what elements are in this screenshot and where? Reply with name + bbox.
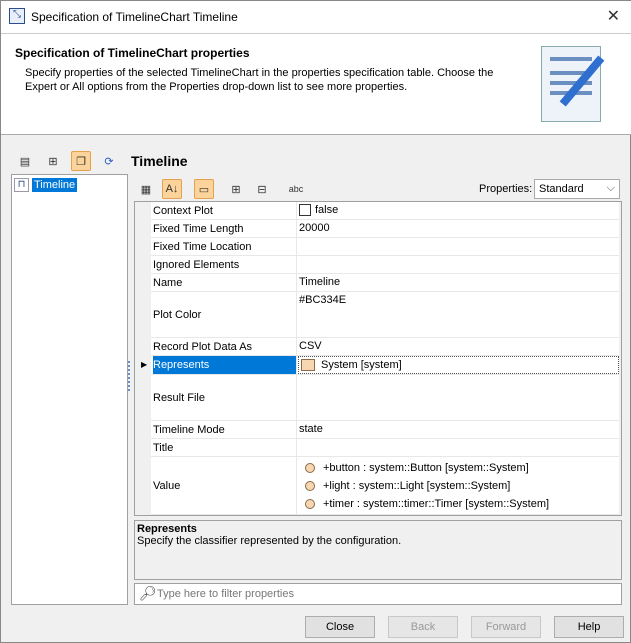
property-name: Context Plot [153, 202, 297, 219]
property-name: Timeline Mode [153, 421, 297, 438]
header-panel: Specification of TimelineChart propertie… [1, 33, 631, 135]
table-toolbar: ▦ A↓ ▭ ⊞ ⊟ abc [136, 179, 306, 199]
close-button[interactable]: Close [305, 616, 375, 638]
categorized-icon[interactable]: ▦ [136, 179, 156, 199]
property-value: System [system] [321, 359, 402, 371]
collapse-all-icon[interactable]: ⊟ [252, 179, 272, 199]
description-title: Represents [137, 523, 197, 535]
table-row[interactable]: Title [151, 439, 619, 457]
tree-view-icon[interactable]: ⊞ [43, 151, 63, 171]
sort-alphabetical-icon[interactable]: A↓ [162, 179, 182, 199]
value-item-label: +button : system::Button [system::System… [323, 462, 529, 474]
copy-view-icon[interactable]: ❐ [71, 151, 91, 171]
description-text: Specify the classifier represented by th… [137, 535, 402, 547]
property-name: Name [153, 274, 297, 291]
header-description: Specify properties of the selected Timel… [25, 67, 494, 93]
table-row[interactable]: Fixed Time Length 20000 [151, 220, 619, 238]
table-row[interactable]: Ignored Elements [151, 256, 619, 274]
property-value[interactable]: state [298, 421, 619, 438]
document-pencil-icon [541, 46, 605, 122]
table-row[interactable]: Record Plot Data As CSV [151, 338, 619, 356]
value-item[interactable]: +timer : system::timer::Timer [system::S… [299, 495, 619, 513]
property-value[interactable]: #BC334E [298, 292, 619, 337]
table-row[interactable]: Context Plot false [151, 202, 619, 220]
properties-dropdown[interactable]: Standard ⌵ [534, 179, 620, 199]
element-tree: ⊓ Timeline [11, 174, 128, 605]
property-name: Title [153, 439, 297, 456]
checkbox[interactable] [299, 204, 311, 217]
property-value[interactable] [298, 375, 619, 420]
table-row[interactable]: Fixed Time Location [151, 238, 619, 256]
splitter-handle[interactable] [128, 361, 130, 391]
panel-title: Timeline [131, 153, 188, 169]
property-name: Value [153, 457, 297, 514]
app-icon: ⤡ [9, 8, 25, 24]
property-name: Ignored Elements [153, 256, 297, 273]
description-panel: Represents Specify the classifier repres… [134, 520, 622, 580]
properties-dropdown-value: Standard [539, 183, 584, 195]
property-name: Plot Color [153, 292, 297, 337]
help-button[interactable]: Help [554, 616, 624, 638]
property-value: false [315, 204, 339, 216]
property-value[interactable] [298, 256, 619, 273]
property-value[interactable]: CSV [298, 338, 619, 355]
chevron-down-icon: ⌵ [606, 182, 615, 194]
property-name: Fixed Time Location [153, 238, 297, 255]
value-item[interactable]: +light : system::Light [system::System] [299, 477, 619, 495]
value-item-label: +light : system::Light [system::System] [323, 480, 511, 492]
back-button[interactable]: Back [388, 616, 458, 638]
filter-placeholder: Type here to filter properties [157, 588, 294, 600]
refresh-icon[interactable]: ⟳ [99, 151, 119, 171]
close-window-icon[interactable]: ✕ [607, 6, 620, 26]
table-row[interactable]: Value +button : system::Button [system::… [151, 457, 619, 515]
title-bar: ⤡ Specification of TimelineChart Timelin… [1, 1, 631, 33]
part-icon [305, 499, 315, 509]
property-name: Represents [153, 356, 297, 374]
description-toggle-icon[interactable]: ▭ [194, 179, 214, 199]
table-row[interactable]: Name Timeline [151, 274, 619, 292]
table-row[interactable]: Result File [151, 375, 619, 421]
property-name: Result File [153, 375, 297, 420]
property-value[interactable] [298, 439, 619, 456]
part-icon [305, 463, 315, 473]
table-row[interactable]: Timeline Mode state [151, 421, 619, 439]
timeline-chart-icon: ⊓ [14, 178, 29, 192]
search-icon: 🔎︎ [139, 585, 157, 601]
properties-table: Context Plot false Fixed Time Length 20000… [134, 201, 622, 516]
filter-input[interactable]: 🔎︎ Type here to filter properties [134, 583, 622, 605]
table-row[interactable]: Plot Color #BC334E [151, 292, 619, 338]
header-title: Specification of TimelineChart propertie… [15, 46, 250, 60]
list-view-icon[interactable]: ▤ [15, 151, 35, 171]
expand-all-icon[interactable]: ⊞ [226, 179, 246, 199]
part-icon [305, 481, 315, 491]
row-pointer-icon: ▶ [141, 360, 148, 369]
properties-label: Properties: [479, 183, 533, 195]
class-icon [301, 359, 315, 371]
left-toolbar: ▤ ⊞ ❐ ⟳ [15, 151, 119, 171]
value-item[interactable]: +button : system::Button [system::System… [299, 459, 619, 477]
find-text-icon[interactable]: abc [286, 179, 306, 199]
value-item-label: +timer : system::timer::Timer [system::S… [323, 498, 550, 510]
tree-item-timeline[interactable]: Timeline [32, 178, 78, 192]
property-value[interactable]: 20000 [298, 220, 619, 237]
property-name: Fixed Time Length [153, 220, 297, 237]
window-title: Specification of TimelineChart Timeline [31, 10, 238, 24]
forward-button[interactable]: Forward [471, 616, 541, 638]
property-name: Record Plot Data As [153, 338, 297, 355]
property-value[interactable] [298, 238, 619, 255]
property-value[interactable]: Timeline [298, 274, 619, 291]
table-row-selected[interactable]: Represents System [system] [151, 356, 619, 375]
